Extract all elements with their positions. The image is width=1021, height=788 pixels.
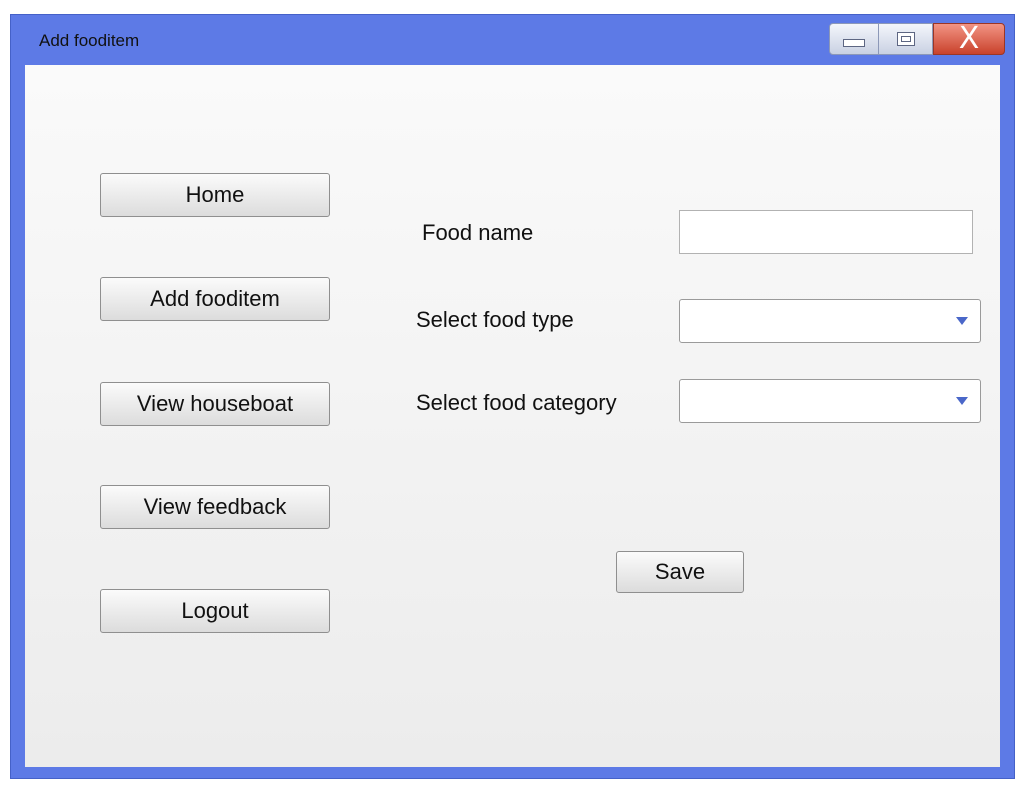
app-window: Add fooditem X Home Add fooditem View ho…	[10, 14, 1015, 779]
dropdown-arrow-icon[interactable]	[956, 317, 968, 325]
save-button[interactable]: Save	[616, 551, 744, 593]
close-icon: X	[958, 21, 980, 56]
minimize-icon	[843, 39, 865, 47]
title-bar[interactable]: Add fooditem X	[11, 15, 1014, 65]
view-houseboat-button[interactable]: View houseboat	[100, 382, 330, 426]
home-button[interactable]: Home	[100, 173, 330, 217]
food-name-input[interactable]	[679, 210, 973, 254]
close-button[interactable]: X	[933, 23, 1005, 55]
window-content: Home Add fooditem View houseboat View fe…	[25, 65, 1000, 767]
logout-button[interactable]: Logout	[100, 589, 330, 633]
maximize-icon	[896, 32, 915, 46]
dropdown-arrow-icon[interactable]	[956, 397, 968, 405]
food-type-select[interactable]	[679, 299, 981, 343]
window-title: Add fooditem	[39, 31, 140, 50]
maximize-button[interactable]	[879, 23, 933, 55]
view-feedback-button[interactable]: View feedback	[100, 485, 330, 529]
add-fooditem-button[interactable]: Add fooditem	[100, 277, 330, 321]
minimize-button[interactable]	[829, 23, 879, 55]
food-category-label: Select food category	[416, 390, 617, 415]
food-name-label: Food name	[422, 220, 534, 245]
food-type-label: Select food type	[416, 307, 574, 332]
food-category-select[interactable]	[679, 379, 981, 423]
